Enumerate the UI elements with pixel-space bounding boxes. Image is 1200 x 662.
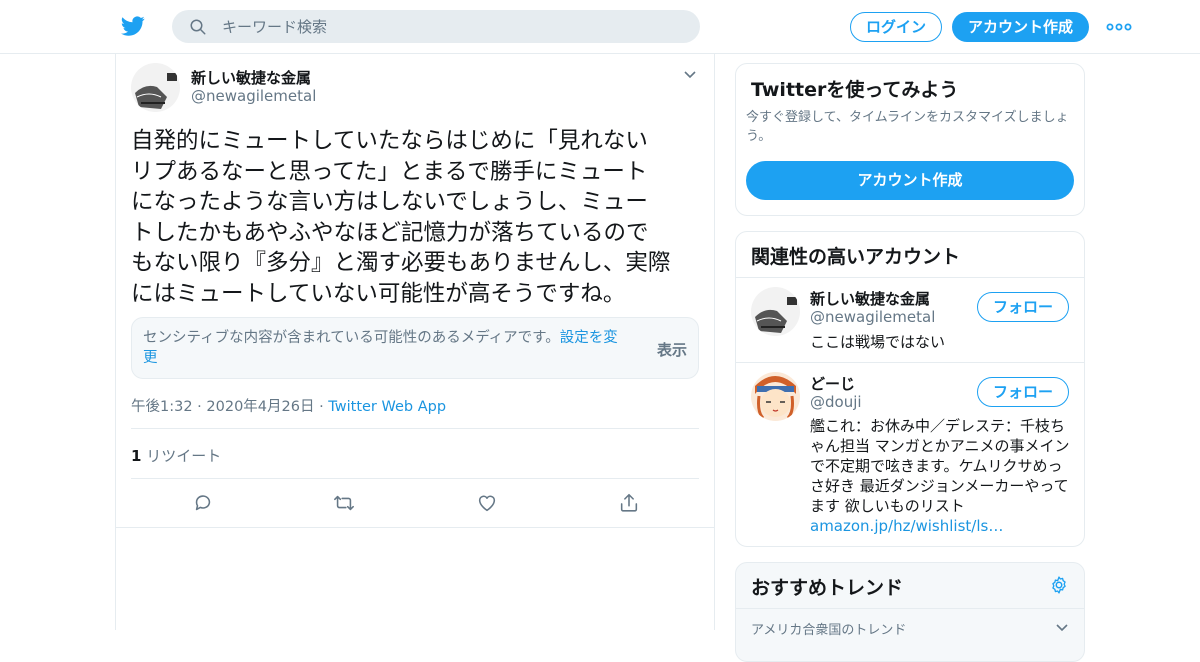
gear-icon[interactable] <box>1049 575 1069 595</box>
avatar[interactable] <box>751 372 800 421</box>
trend-region-label[interactable]: アメリカ合衆国のトレンド <box>751 619 906 638</box>
divider <box>736 608 1084 609</box>
sensitive-notice-text: センシティブな内容が含まれている可能性のあるメディアです。設定を変更 <box>143 330 618 366</box>
search-icon <box>190 19 206 35</box>
search-input[interactable] <box>222 10 682 43</box>
tweet-timestamp: 午後1:32 · 2020年4月26日 · Twitter Web App <box>131 399 447 415</box>
reply-icon[interactable] <box>192 492 214 514</box>
account-name[interactable]: どーじ <box>810 373 855 394</box>
source-app-link[interactable]: Twitter Web App <box>328 399 446 415</box>
tweet-text: 自発的にミュートしていたならはじめに「見れない リプあるなーと思ってた」とまるで… <box>131 128 671 307</box>
signup-card-description: 今すぐ登録して、タイムラインをカスタマイズしましょう。 <box>746 110 1069 144</box>
share-icon[interactable] <box>618 492 640 514</box>
account-handle[interactable]: @douji <box>810 393 862 411</box>
related-accounts-card: 関連性の高いアカウント 新しい敏捷な金属 @newagilemetal ここは戦… <box>735 231 1085 547</box>
chevron-down-icon[interactable] <box>1055 623 1069 633</box>
account-bio-link[interactable]: amazon.jp/hz/wishlist/ls… <box>810 517 1003 535</box>
avatar[interactable] <box>751 287 800 336</box>
retweet-label: リツイート <box>141 447 222 465</box>
account-name[interactable]: 新しい敏捷な金属 <box>810 288 930 309</box>
related-accounts-title: 関連性の高いアカウント <box>751 246 961 268</box>
search-box[interactable] <box>172 10 700 43</box>
signup-card-button[interactable]: アカウント作成 <box>746 161 1074 200</box>
top-navigation-bar: ログイン アカウント作成 <box>0 0 1200 54</box>
chevron-down-icon[interactable] <box>683 70 697 80</box>
account-handle[interactable]: @newagilemetal <box>810 308 935 326</box>
divider <box>131 428 699 429</box>
author-handle[interactable]: @newagilemetal <box>191 87 316 105</box>
more-dots-icon[interactable] <box>1106 18 1132 36</box>
retweet-icon[interactable] <box>333 492 355 514</box>
signup-prompt-card: Twitterを使ってみよう 今すぐ登録して、タイムラインをカスタマイズしましょ… <box>735 63 1085 216</box>
follow-button[interactable]: フォロー <box>977 377 1069 407</box>
twitter-bird-icon[interactable] <box>120 14 146 38</box>
account-bio: 艦これ：お休み中／デレステ：千枝ちゃん担当 マンガとかアニメの事メインで不定期で… <box>810 417 1070 535</box>
divider <box>736 277 1084 278</box>
tweet-detail: 新しい敏捷な金属 @newagilemetal 自発的にミュートしていたならはじ… <box>116 54 714 528</box>
show-media-button[interactable]: 表示 <box>657 339 687 360</box>
retweet-count: 1 <box>131 447 142 465</box>
trends-card: おすすめトレンド アメリカ合衆国のトレンド <box>735 562 1085 662</box>
heart-icon[interactable] <box>476 492 498 514</box>
author-name[interactable]: 新しい敏捷な金属 <box>191 67 311 88</box>
avatar[interactable] <box>131 63 180 112</box>
sensitive-media-notice[interactable]: センシティブな内容が含まれている可能性のあるメディアです。設定を変更 表示 <box>131 317 699 379</box>
login-button[interactable]: ログイン <box>850 12 942 42</box>
trends-title: おすすめトレンド <box>751 577 904 599</box>
tweet-column: 新しい敏捷な金属 @newagilemetal 自発的にミュートしていたならはじ… <box>115 54 715 630</box>
signup-card-title: Twitterを使ってみよう <box>751 79 959 101</box>
divider <box>131 478 699 479</box>
account-bio: ここは戦場ではない <box>810 333 946 351</box>
follow-button[interactable]: フォロー <box>977 292 1069 322</box>
retweet-stats[interactable]: 1 リツイート <box>131 445 221 466</box>
divider <box>736 362 1084 363</box>
signup-button[interactable]: アカウント作成 <box>952 12 1089 42</box>
